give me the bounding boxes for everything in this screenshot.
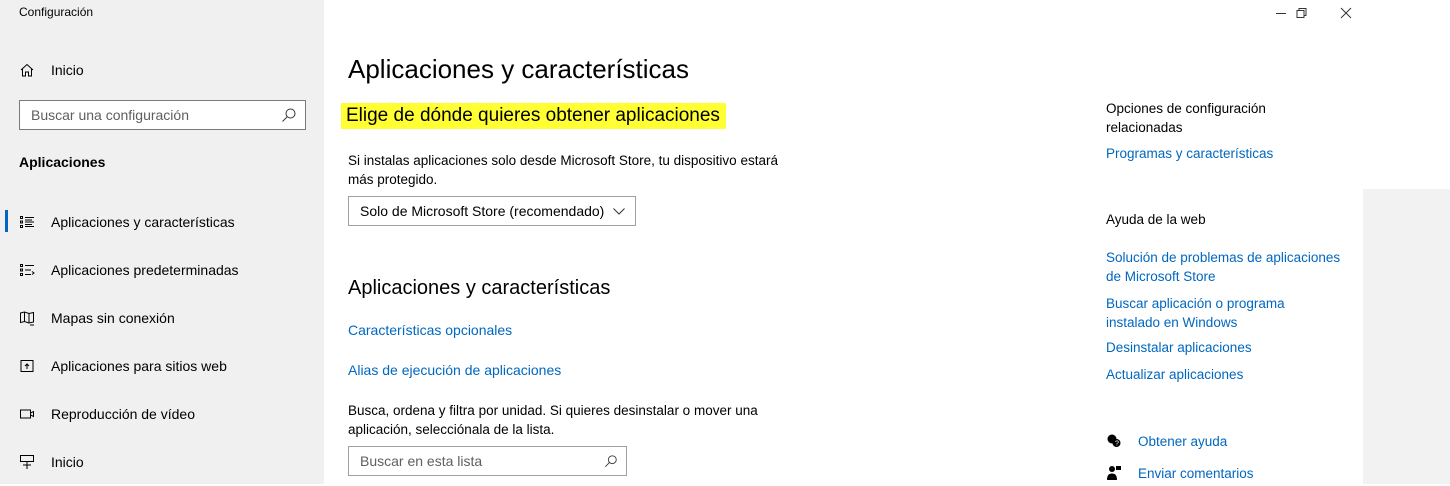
- scroll-area: [1363, 189, 1450, 484]
- sidebar-item-label: Aplicaciones y características: [51, 214, 235, 230]
- search-icon[interactable]: [604, 454, 618, 468]
- send-feedback-link[interactable]: Enviar comentarios: [1138, 466, 1254, 481]
- execution-alias-link[interactable]: Alias de ejecución de aplicaciones: [348, 362, 561, 378]
- settings-search-input[interactable]: [20, 101, 281, 129]
- sidebar-item-label: Aplicaciones predeterminadas: [51, 262, 239, 278]
- web-help-link-find-app[interactable]: Buscar aplicación o programa instalado e…: [1106, 294, 1316, 332]
- sidebar-home-label: Inicio: [51, 62, 84, 78]
- sidebar-item-apps-websites[interactable]: Aplicaciones para sitios web: [0, 342, 324, 390]
- sidebar-item-label: Aplicaciones para sitios web: [51, 358, 227, 374]
- optional-features-link[interactable]: Características opcionales: [348, 322, 512, 338]
- app-source-dropdown[interactable]: Solo de Microsoft Store (recomendado): [348, 196, 636, 226]
- programs-features-link[interactable]: Programas y características: [1106, 146, 1273, 161]
- list-description: Busca, ordena y filtra por unidad. Si qu…: [348, 403, 758, 437]
- related-settings-heading: Opciones de configuración relacionadas: [1106, 101, 1266, 135]
- sidebar-item-label: Mapas sin conexión: [51, 310, 175, 326]
- svg-text:?: ?: [1115, 441, 1119, 448]
- get-help-row[interactable]: ? Obtener ayuda: [1106, 433, 1227, 449]
- web-help-link-update[interactable]: Actualizar aplicaciones: [1106, 367, 1243, 382]
- restore-icon: [1296, 8, 1307, 18]
- app-list-search[interactable]: [348, 446, 627, 476]
- video-playback-icon: [20, 409, 34, 419]
- web-help-heading: Ayuda de la web: [1106, 212, 1206, 227]
- offline-maps-icon: [20, 311, 34, 326]
- chevron-down-icon: [613, 208, 625, 215]
- sidebar-item-label: Inicio: [51, 454, 84, 470]
- sidebar-item-offline-maps[interactable]: Mapas sin conexión: [0, 294, 324, 342]
- apps-websites-icon: [20, 360, 34, 372]
- page-title: Aplicaciones y características: [348, 54, 690, 84]
- sidebar-item-startup[interactable]: Inicio: [0, 438, 324, 486]
- home-icon: [20, 63, 34, 77]
- web-help-link-uninstall[interactable]: Desinstalar aplicaciones: [1106, 340, 1252, 355]
- close-icon: [1340, 7, 1352, 19]
- sidebar-home[interactable]: Inicio: [19, 58, 84, 82]
- sidebar-item-label: Reproducción de vídeo: [51, 406, 195, 422]
- sidebar-item-apps-features[interactable]: Aplicaciones y características: [0, 198, 324, 246]
- feedback-icon: [1107, 466, 1121, 480]
- get-help-link[interactable]: Obtener ayuda: [1138, 434, 1227, 449]
- apps-features-icon: [20, 216, 34, 228]
- source-description: Si instalas aplicaciones solo desde Micr…: [348, 153, 778, 187]
- settings-search[interactable]: [19, 100, 306, 130]
- sidebar-item-default-apps[interactable]: Aplicaciones predeterminadas: [0, 246, 324, 294]
- sidebar-item-video-playback[interactable]: Reproducción de vídeo: [0, 390, 324, 438]
- apps-section-heading: Aplicaciones y características: [348, 277, 611, 299]
- search-icon[interactable]: [281, 107, 297, 123]
- default-apps-icon: [20, 264, 35, 276]
- send-feedback-row[interactable]: Enviar comentarios: [1106, 465, 1254, 481]
- source-heading: Elige de dónde quieres obtener aplicacio…: [341, 103, 726, 129]
- app-source-dropdown-value: Solo de Microsoft Store (recomendado): [360, 203, 605, 219]
- window-title: Configuración: [19, 5, 94, 19]
- sidebar-section-label: Aplicaciones: [19, 154, 106, 170]
- sidebar-nav: Aplicaciones y características Aplicacio…: [0, 198, 324, 486]
- app-list-search-input[interactable]: [349, 447, 604, 475]
- sidebar: Configuración Inicio Aplicaciones Aplica…: [0, 0, 324, 484]
- restore-button[interactable]: [1278, 4, 1324, 22]
- close-button[interactable]: [1323, 4, 1369, 22]
- web-help-link-troubleshoot[interactable]: Solución de problemas de aplicaciones de…: [1106, 248, 1356, 286]
- startup-icon: [20, 455, 34, 469]
- get-help-icon: ?: [1107, 434, 1121, 448]
